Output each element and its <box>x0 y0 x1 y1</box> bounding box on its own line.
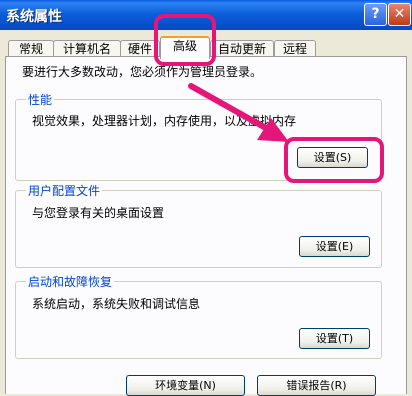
startup-recovery-settings-button[interactable]: 设置(T) <box>299 328 370 349</box>
performance-group-title: 性能 <box>26 91 55 108</box>
user-profiles-group-title: 用户配置文件 <box>26 182 103 199</box>
error-reporting-button[interactable]: 错误报告(R) <box>257 375 376 396</box>
startup-recovery-description: 系统启动，系统失败和调试信息 <box>32 297 201 311</box>
advanced-tab-highlight <box>154 14 216 66</box>
user-profiles-settings-button[interactable]: 设置(E) <box>299 236 370 257</box>
settings-button-highlight <box>284 137 384 183</box>
tab-remote[interactable]: 远程 <box>274 40 316 57</box>
tab-general[interactable]: 常规 <box>8 40 54 57</box>
annotation-arrow <box>188 83 289 142</box>
tab-computer-name[interactable]: 计算机名 <box>53 40 121 57</box>
user-profiles-description: 与您登录有关的桌面设置 <box>32 206 165 220</box>
environment-variables-button[interactable]: 环境变量(N) <box>126 375 245 396</box>
help-button[interactable]: ? <box>364 3 387 26</box>
tab-automatic-updates[interactable]: 自动更新 <box>210 40 274 57</box>
startup-recovery-group-title: 启动和故障恢复 <box>26 273 115 290</box>
close-button[interactable]: ✕ <box>388 3 411 26</box>
window-title: 系统属性 <box>6 9 62 25</box>
admin-notice: 要进行大多数改动，您必须作为管理员登录。 <box>22 65 263 79</box>
